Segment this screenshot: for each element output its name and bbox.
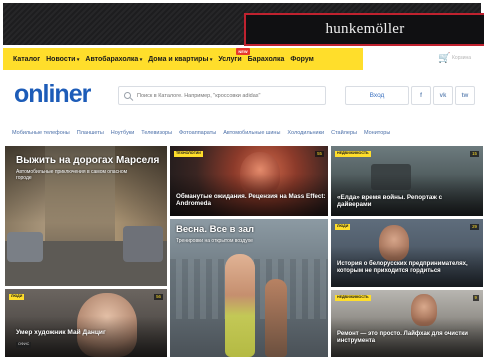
comment-count: 55 [315, 151, 324, 158]
nav-services-label: Услуги [218, 55, 242, 63]
category-link[interactable]: Ноутбуки [111, 130, 135, 136]
tile-main-subtitle: Автомобильные приключения в самом опасно… [16, 169, 128, 182]
category-badge: ТЕХНОЛОГИИ [174, 151, 203, 157]
category-link[interactable]: Планшеты [77, 130, 104, 136]
nav-auto-market[interactable]: Автобарахолка [85, 56, 142, 63]
tile-artist-title[interactable]: Умер художник Май Данциг [16, 329, 166, 337]
cart-label[interactable]: Корзина [452, 55, 471, 61]
category-link[interactable]: Холодильники [287, 130, 324, 136]
news-tile-main[interactable]: Выжить на дорогах Марселя Автомобильные … [5, 146, 167, 286]
top-navigation: Каталог Новости Автобарахолка Дома и ква… [3, 47, 363, 70]
car-right [123, 226, 163, 262]
news-tile-entrepreneurs[interactable]: ЛЮДИ 29 История о белорусских предприним… [331, 219, 483, 287]
news-tile-repair[interactable]: НЕДВИЖИМОСТЬ 9 Ремонт — это просто. Лайф… [331, 290, 483, 357]
category-link[interactable]: Стайлеры [331, 130, 357, 136]
category-badge: НЕДВИЖИМОСТЬ [335, 295, 371, 301]
tile-game-title[interactable]: Обманутые ожидания. Рецензия на Mass Eff… [176, 193, 326, 207]
login-button[interactable]: Вход [345, 86, 409, 105]
category-link[interactable]: Мобильные телефоны [12, 130, 70, 136]
search-box [118, 86, 326, 105]
category-links: Мобильные телефоны Планшеты Ноутбуки Тел… [12, 130, 397, 136]
category-link[interactable]: Мониторы [364, 130, 390, 136]
search-icon [124, 92, 131, 99]
facebook-icon[interactable]: f [411, 86, 431, 105]
vk-icon[interactable]: vk [433, 86, 453, 105]
tile-gym-title[interactable]: Весна. Все в зал [176, 224, 326, 236]
tile-gym-subtitle: Тренировки на открытом воздухе [176, 238, 253, 244]
category-badge: ЛЮДИ [9, 294, 25, 300]
banner-brand-logo[interactable]: hunkemöller [244, 13, 484, 46]
nav-news[interactable]: Новости [46, 56, 79, 63]
tile-repair-title[interactable]: Ремонт — это просто. Лайфхак для очистки… [337, 331, 479, 345]
category-link[interactable]: Телевизоры [141, 130, 172, 136]
comment-count: 9 [472, 295, 479, 302]
category-link[interactable]: Фотоаппараты [179, 130, 216, 136]
tile-main-title[interactable]: Выжить на дорогах Марселя [16, 155, 166, 167]
search-input[interactable] [137, 92, 317, 99]
nav-catalog[interactable]: Каталог [13, 56, 40, 63]
tile-divers-title[interactable]: «Елда» время войны. Репортаж с дайверами [337, 194, 477, 208]
news-tile-divers[interactable]: НЕДВИЖИМОСТЬ 15 «Елда» время войны. Репо… [331, 146, 483, 216]
news-tile-artist[interactable]: ЛЮДИ 56 Умер художник Май Данциг ОФИС [5, 289, 167, 357]
comment-count: 56 [154, 294, 163, 301]
twitter-icon[interactable]: tw [455, 86, 475, 105]
nav-flea-market[interactable]: Барахолка [248, 56, 285, 63]
nav-forum[interactable]: Форум [290, 56, 313, 63]
category-badge: НЕДВИЖИМОСТЬ [335, 151, 371, 157]
office-tag: ОФИС [16, 342, 32, 348]
woman-figure [225, 254, 255, 357]
news-tile-gym[interactable]: Весна. Все в зал Тренировки на открытом … [170, 219, 328, 357]
man-figure [265, 279, 287, 357]
cart-icon[interactable]: 🛒 [438, 53, 450, 64]
news-tile-game[interactable]: ТЕХНОЛОГИИ 55 Обманутые ожидания. Реценз… [170, 146, 328, 216]
tile-entrepreneurs-title[interactable]: История о белорусских предпринимателях, … [337, 261, 479, 275]
nav-services[interactable]: Услуги NEW [218, 47, 250, 63]
new-badge: NEW [236, 47, 250, 55]
site-logo[interactable]: onliner [14, 82, 91, 107]
ad-banner[interactable]: hunkemöller [3, 3, 484, 46]
page: hunkemöller Каталог Новости Автобарахолк… [0, 0, 484, 358]
comment-count: 15 [470, 151, 479, 158]
category-link[interactable]: Автомобильные шины [223, 130, 280, 136]
nav-real-estate[interactable]: Дома и квартиры [148, 56, 212, 63]
car-left [7, 232, 43, 262]
category-badge: ЛЮДИ [335, 224, 351, 230]
comment-count: 29 [470, 224, 479, 231]
